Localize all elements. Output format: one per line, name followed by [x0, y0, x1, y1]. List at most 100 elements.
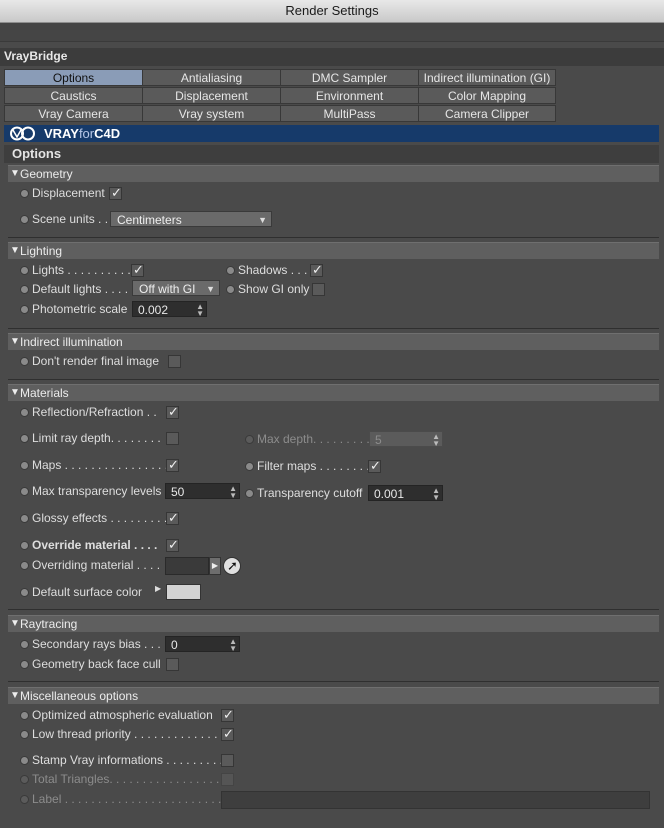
- tab-options[interactable]: Options: [4, 69, 143, 86]
- limit-ray-depth-checkbox[interactable]: [166, 432, 179, 445]
- expand-color-arrow-icon[interactable]: ▶: [155, 580, 161, 598]
- anim-dot-icon[interactable]: [20, 795, 29, 804]
- pick-object-icon[interactable]: ➚: [223, 557, 241, 575]
- anim-dot-icon[interactable]: [20, 305, 29, 314]
- section-lighting[interactable]: ▼ Lighting: [8, 242, 659, 259]
- show-gi-only-label: Show GI only: [238, 282, 310, 296]
- max-transparency-field[interactable]: 50 ▲ ▼: [165, 483, 240, 500]
- vray-brand-bar: VRAYforC4D: [4, 125, 659, 142]
- tab-antialiasing[interactable]: Antialiasing: [142, 69, 281, 86]
- tab-dmc-sampler[interactable]: DMC Sampler: [280, 69, 419, 86]
- overriding-material-link-field[interactable]: [165, 557, 209, 575]
- anim-dot-icon[interactable]: [20, 730, 29, 739]
- anim-dot-icon[interactable]: [20, 189, 29, 198]
- collapse-triangle-icon[interactable]: ▼: [10, 616, 20, 632]
- tab-vray-camera[interactable]: Vray Camera: [4, 105, 143, 122]
- anim-dot-icon[interactable]: [226, 285, 235, 294]
- tab-caustics[interactable]: Caustics: [4, 87, 143, 104]
- spinner-icon[interactable]: ▲ ▼: [229, 637, 237, 653]
- optimized-atmospheric-checkbox[interactable]: ✓: [221, 707, 234, 722]
- row-default-lights: Default lights . . . . Off with GI ▼: [20, 280, 230, 298]
- anim-dot-icon[interactable]: [20, 640, 29, 649]
- override-material-checkbox[interactable]: ✓: [166, 537, 179, 552]
- anim-dot-icon[interactable]: [20, 775, 29, 784]
- anim-dot-icon[interactable]: [20, 215, 29, 224]
- anim-dot-icon[interactable]: [20, 266, 29, 275]
- scene-units-dropdown[interactable]: Centimeters ▼: [110, 211, 272, 227]
- reflection-refraction-checkbox[interactable]: ✓: [166, 404, 179, 419]
- section-geometry[interactable]: ▼ Geometry: [8, 165, 659, 182]
- anim-dot-icon[interactable]: [20, 588, 29, 597]
- filter-maps-checkbox[interactable]: ✓: [368, 458, 381, 473]
- anim-dot-icon[interactable]: [20, 711, 29, 720]
- anim-dot-icon[interactable]: [20, 357, 29, 366]
- divider: [8, 237, 659, 238]
- anim-dot-icon[interactable]: [245, 462, 254, 471]
- row-maps: Maps . . . . . . . . . . . . . . . . ✓: [20, 456, 220, 474]
- anim-dot-icon[interactable]: [20, 285, 29, 294]
- maps-checkbox[interactable]: ✓: [166, 457, 179, 472]
- secondary-rays-bias-field[interactable]: 0 ▲ ▼: [165, 636, 240, 653]
- transparency-cutoff-field[interactable]: 0.001 ▲ ▼: [368, 485, 443, 502]
- anim-dot-icon[interactable]: [20, 756, 29, 765]
- row-override-material: Override material . . . . ✓: [20, 536, 220, 554]
- anim-dot-icon[interactable]: [245, 435, 254, 444]
- section-miscellaneous[interactable]: ▼ Miscellaneous options: [8, 687, 659, 704]
- max-depth-field[interactable]: 5 ▲ ▼: [369, 431, 443, 448]
- default-lights-dropdown[interactable]: Off with GI ▼: [132, 280, 220, 296]
- geometry-back-face-cull-checkbox[interactable]: [166, 658, 179, 671]
- collapse-triangle-icon[interactable]: ▼: [10, 688, 20, 704]
- window-title: Render Settings: [0, 0, 664, 23]
- section-raytracing[interactable]: ▼ Raytracing: [8, 615, 659, 632]
- row-reflection-refraction: Reflection/Refraction . . ✓: [20, 403, 220, 421]
- tab-displacement[interactable]: Displacement: [142, 87, 281, 104]
- row-total-triangles: Total Triangles. . . . . . . . . . . . .…: [20, 770, 270, 788]
- tab-camera-clipper[interactable]: Camera Clipper: [418, 105, 556, 122]
- row-shadows: Shadows . . . ✓: [226, 261, 346, 279]
- override-material-label: Override material . . . .: [32, 538, 158, 552]
- anim-dot-icon[interactable]: [20, 514, 29, 523]
- anim-dot-icon[interactable]: [245, 489, 254, 498]
- tab-multipass[interactable]: MultiPass: [280, 105, 419, 122]
- spinner-icon[interactable]: ▲ ▼: [432, 486, 440, 502]
- lights-checkbox[interactable]: ✓: [131, 262, 144, 277]
- row-filter-maps: Filter maps . . . . . . . . ✓: [245, 457, 445, 475]
- low-thread-priority-checkbox[interactable]: ✓: [221, 726, 234, 741]
- tab-indirect-illumination[interactable]: Indirect illumination (GI): [418, 69, 556, 86]
- tab-color-mapping[interactable]: Color Mapping: [418, 87, 556, 104]
- anim-dot-icon[interactable]: [20, 408, 29, 417]
- show-gi-only-checkbox[interactable]: [312, 283, 325, 296]
- anim-dot-icon[interactable]: [226, 266, 235, 275]
- section-lighting-label: Lighting: [20, 244, 63, 258]
- tab-vray-system[interactable]: Vray system: [142, 105, 281, 122]
- photometric-scale-field[interactable]: 0.002 ▲ ▼: [132, 301, 207, 318]
- default-surface-color-swatch[interactable]: [166, 584, 201, 600]
- tab-environment[interactable]: Environment: [280, 87, 419, 104]
- anim-dot-icon[interactable]: [20, 434, 29, 443]
- spinner-icon[interactable]: ▲ ▼: [432, 432, 440, 448]
- collapse-triangle-icon[interactable]: ▼: [10, 166, 20, 182]
- spinner-icon[interactable]: ▲ ▼: [229, 484, 237, 500]
- total-triangles-checkbox[interactable]: [221, 773, 234, 786]
- anim-dot-icon[interactable]: [20, 561, 29, 570]
- label-field-label: Label . . . . . . . . . . . . . . . . . …: [32, 792, 222, 806]
- displacement-checkbox[interactable]: ✓: [109, 185, 122, 200]
- section-indirect-illumination[interactable]: ▼ Indirect illumination: [8, 333, 659, 350]
- glossy-effects-checkbox[interactable]: ✓: [166, 510, 179, 525]
- collapse-triangle-icon[interactable]: ▼: [10, 385, 20, 401]
- anim-dot-icon[interactable]: [20, 541, 29, 550]
- section-materials[interactable]: ▼ Materials: [8, 384, 659, 401]
- dont-render-final-checkbox[interactable]: [168, 355, 181, 368]
- default-surface-color-label: Default surface color: [32, 585, 143, 599]
- link-arrow-icon[interactable]: ▶: [209, 557, 221, 575]
- label-text-input[interactable]: [221, 791, 650, 809]
- collapse-triangle-icon[interactable]: ▼: [10, 243, 20, 259]
- stamp-vray-checkbox[interactable]: [221, 754, 234, 767]
- anim-dot-icon[interactable]: [20, 660, 29, 669]
- collapse-triangle-icon[interactable]: ▼: [10, 334, 20, 350]
- spinner-icon[interactable]: ▲ ▼: [196, 302, 204, 318]
- shadows-checkbox[interactable]: ✓: [310, 262, 323, 277]
- reflection-refraction-label: Reflection/Refraction . .: [32, 405, 157, 419]
- anim-dot-icon[interactable]: [20, 487, 29, 496]
- anim-dot-icon[interactable]: [20, 461, 29, 470]
